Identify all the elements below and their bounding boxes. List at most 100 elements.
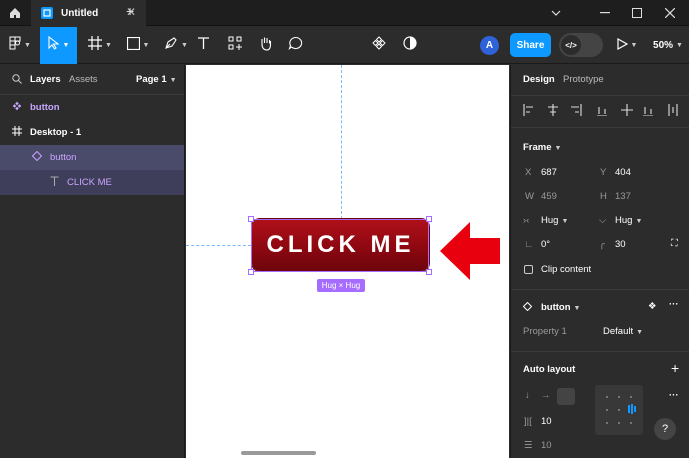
gap-icon: ]|[ [524, 416, 532, 427]
tab-design[interactable]: Design [523, 74, 555, 85]
tab-prototype[interactable]: Prototype [563, 74, 604, 85]
pen-tool-button[interactable]: ▼ [158, 27, 194, 64]
horizontal-scrollbar[interactable] [241, 451, 316, 455]
add-auto-layout-icon[interactable]: + [671, 360, 679, 376]
auto-layout-options-icon[interactable]: ··· [669, 390, 679, 401]
component-name-dropdown[interactable]: button ▼ [541, 302, 580, 313]
hug-width-dropdown[interactable]: Hug ▼ [541, 215, 568, 226]
theme-toggle-button[interactable] [400, 27, 420, 64]
corner-radius-field[interactable]: 30 [615, 239, 626, 250]
more-options-icon[interactable]: ··· [669, 299, 679, 310]
frame-title: Frame [523, 142, 552, 153]
frame-icon [88, 36, 103, 55]
instance-icon [522, 301, 533, 314]
rectangle-icon [126, 36, 140, 55]
rotation-icon: ∟ [524, 239, 534, 250]
height-field[interactable]: 137 [615, 191, 631, 202]
independent-corners-icon[interactable]: ⛶ [671, 238, 678, 249]
new-tab-button[interactable]: + [126, 3, 134, 19]
guide-horizontal [186, 245, 251, 246]
avatar[interactable]: A [480, 36, 499, 55]
resize-handle-br[interactable] [426, 269, 432, 275]
frame-label[interactable]: Frame ▼ [523, 142, 561, 153]
property-dropdown[interactable]: Default ▼ [603, 326, 643, 337]
rotation-field[interactable]: 0° [541, 239, 550, 250]
clip-content-label: Clip content [541, 264, 592, 275]
gap-field[interactable]: 10 [541, 416, 552, 427]
resize-handle-bl[interactable] [248, 269, 254, 275]
dev-mode-toggle[interactable]: </> [559, 33, 603, 57]
wrap-direction-icon[interactable] [557, 388, 575, 405]
frame-icon [12, 126, 22, 139]
text-icon [197, 36, 210, 55]
shape-tool-button[interactable]: ▼ [120, 27, 156, 64]
help-button[interactable]: ? [654, 418, 676, 440]
tab-layers[interactable]: Layers [30, 74, 61, 85]
padding-icon: ☰ [524, 440, 533, 451]
selection-box [251, 219, 429, 272]
hug-width-icon: ›‹ [523, 215, 530, 226]
zoom-level: 50% [653, 40, 674, 51]
property-value: Default [603, 326, 634, 337]
y-field[interactable]: 404 [615, 167, 631, 178]
title-bar: Untitled ✕ + [0, 0, 689, 26]
layer-component[interactable]: button [0, 95, 184, 120]
frame-section: Frame ▼ X 687 Y 404 W 459 H 137 ›‹ Hug ▼ ⌵… [511, 127, 689, 287]
instance-diamond-icon [31, 150, 43, 164]
figma-icon [9, 36, 21, 55]
alignment-bar [511, 95, 689, 125]
x-label: X [525, 167, 532, 178]
page-selector-label: Page 1 [136, 74, 167, 85]
y-label: Y [600, 167, 607, 178]
hug-width-value: Hug [541, 215, 559, 226]
size-badge: Hug × Hug [317, 279, 365, 292]
text-tool-button[interactable] [194, 27, 212, 64]
zoom-dropdown[interactable]: 50% ▼ [650, 27, 686, 64]
share-button[interactable]: Share [510, 33, 551, 57]
width-field[interactable]: 459 [541, 191, 557, 202]
canvas[interactable]: CLICK ME Hug × Hug [186, 65, 509, 458]
close-window-icon[interactable] [655, 0, 685, 26]
x-field[interactable]: 687 [541, 167, 557, 178]
layer-label: CLICK ME [67, 177, 112, 188]
alignment-grid[interactable] [595, 385, 643, 435]
layer-text[interactable]: CLICK ME [0, 170, 184, 195]
hand-icon [259, 36, 273, 56]
hug-height-icon: ⌵ [599, 215, 607, 226]
present-button[interactable]: ▼ [614, 27, 640, 64]
component-section: button ▼ ❖ ··· Property 1 Default ▼ [511, 289, 689, 349]
resize-handle-tl[interactable] [248, 216, 254, 222]
padding-field[interactable]: 10 [541, 440, 552, 451]
layer-instance[interactable]: button [0, 145, 184, 170]
tab-assets[interactable]: Assets [69, 74, 98, 85]
hand-tool-button[interactable] [256, 27, 276, 64]
frame-tool-button[interactable]: ▼ [82, 27, 118, 64]
pen-icon [164, 36, 178, 55]
home-icon[interactable] [0, 0, 30, 26]
file-icon [41, 7, 53, 19]
main-menu-button[interactable]: ▼ [4, 27, 36, 64]
w-label: W [525, 191, 534, 202]
chevron-down-icon[interactable] [544, 0, 568, 26]
component-button[interactable] [369, 27, 389, 64]
resize-handle-tr[interactable] [426, 216, 432, 222]
page-selector[interactable]: Page 1 ▼ [136, 74, 177, 85]
comment-tool-button[interactable] [285, 27, 305, 64]
resources-button[interactable] [225, 27, 245, 64]
component-name: button [541, 302, 571, 313]
maximize-icon[interactable] [622, 0, 652, 26]
hug-height-dropdown[interactable]: Hug ▼ [615, 215, 642, 226]
minimize-icon[interactable] [590, 0, 620, 26]
go-to-main-component-icon[interactable]: ❖ [648, 301, 657, 312]
property-label: Property 1 [523, 326, 567, 337]
layer-label: button [30, 102, 60, 113]
text-layer-icon [50, 176, 59, 189]
component-icon [12, 101, 22, 114]
horizontal-direction-icon[interactable]: → [541, 390, 551, 401]
move-tool-button[interactable]: ▼ [40, 27, 77, 64]
clip-content-checkbox[interactable] [524, 265, 533, 274]
alignment-icons[interactable] [523, 104, 683, 116]
search-icon[interactable] [12, 74, 22, 87]
vertical-direction-icon[interactable]: ↓ [525, 390, 530, 401]
layer-frame[interactable]: Desktop - 1 [0, 120, 184, 145]
